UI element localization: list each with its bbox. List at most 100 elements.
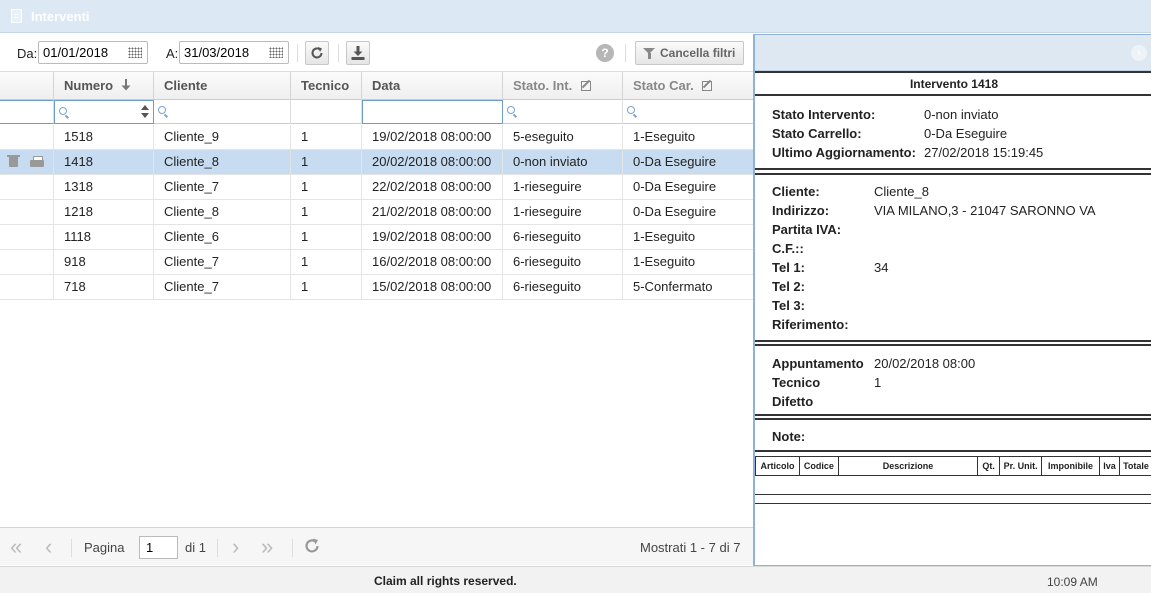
document-icon [11, 9, 22, 23]
cell-stato-int: 0-non inviato [503, 150, 623, 175]
column-header-data[interactable]: Data [362, 72, 503, 100]
field-label: Tel 3: [772, 298, 805, 313]
help-icon[interactable]: ? [596, 44, 614, 62]
trash-icon[interactable] [7, 155, 20, 167]
download-icon [351, 46, 365, 60]
field-label: C.F.:: [772, 241, 804, 256]
pager-separator [71, 539, 72, 557]
toolbar-separator [297, 44, 298, 62]
column-label: Numero [64, 78, 114, 93]
from-date-field[interactable] [38, 41, 148, 64]
cell-stato-int: 6-rieseguito [503, 275, 623, 300]
cell-cliente: Cliente_8 [154, 150, 291, 175]
column-header-stato-int[interactable]: Stato. Int. [503, 72, 623, 100]
cell-cliente: Cliente_8 [154, 200, 291, 225]
refresh-button[interactable] [305, 41, 329, 65]
table-row[interactable]: 1518 Cliente_9 1 19/02/2018 08:00:00 5-esegu… [0, 125, 753, 150]
next-page-icon[interactable]: › [232, 536, 239, 558]
table-row[interactable]: 918 Cliente_7 1 16/02/2018 08:00:00 6-rieseg… [0, 250, 753, 275]
table-row[interactable]: 1118 Cliente_6 1 19/02/2018 08:00:00 6-riese… [0, 225, 753, 250]
cell-data: 19/02/2018 08:00:00 [362, 225, 503, 250]
calendar-icon[interactable] [269, 47, 283, 58]
cell-data: 20/02/2018 08:00:00 [362, 150, 503, 175]
cell-stato-int: 1-rieseguire [503, 175, 623, 200]
refresh-icon[interactable] [303, 537, 321, 555]
clear-filters-button[interactable]: Cancella filtri [635, 41, 744, 65]
spinner-down-icon[interactable] [141, 113, 149, 118]
column-label: Stato. Int. [513, 78, 573, 93]
column-label: Stato Car. [633, 78, 694, 93]
field-label: Tel 1: [772, 260, 805, 275]
field-label: Indirizzo: [772, 203, 830, 218]
field-label: Tecnico [772, 375, 821, 390]
clear-filters-label: Cancella filtri [660, 46, 736, 60]
pager-separator [292, 539, 293, 557]
items-table-header: Articolo Codice Descrizione Qt. Pr. Unit. Imp… [755, 456, 1151, 476]
items-column-header: Pr. Unit. [999, 456, 1043, 476]
to-date-field[interactable] [179, 41, 289, 64]
filter-stato-car[interactable] [623, 100, 753, 124]
page-number-input[interactable] [139, 536, 178, 559]
filter-icon [643, 48, 655, 59]
filter-stato-int[interactable] [503, 100, 623, 124]
calendar-icon[interactable] [128, 47, 142, 58]
cell-numero: 1218 [54, 200, 154, 225]
column-header-numero[interactable]: Numero [54, 72, 154, 100]
to-date-label: A: [166, 46, 179, 61]
field-label: Partita IVA: [772, 222, 842, 237]
filter-data[interactable] [362, 100, 503, 124]
field-value: Cliente_8 [874, 184, 929, 199]
cell-tecnico: 1 [291, 200, 362, 225]
download-button[interactable] [346, 41, 370, 65]
first-page-icon[interactable]: « [10, 536, 22, 558]
table-row[interactable]: 1318 Cliente_7 1 22/02/2018 08:00:00 1-riese… [0, 175, 753, 200]
cell-cliente: Cliente_7 [154, 275, 291, 300]
cell-cliente: Cliente_9 [154, 125, 291, 150]
to-date-input[interactable] [180, 42, 266, 63]
status-footer: Claim all rights reserved. 10:09 AM [0, 566, 1151, 593]
from-date-label: Da: [17, 46, 38, 61]
field-label: Riferimento: [772, 317, 849, 332]
filter-tecnico[interactable] [291, 100, 362, 124]
clock: 10:09 AM [1047, 575, 1098, 589]
column-header-tecnico[interactable]: Tecnico [291, 72, 362, 100]
filter-numero[interactable] [54, 100, 154, 124]
search-icon [158, 106, 166, 114]
column-header-cliente[interactable]: Cliente [154, 72, 291, 100]
field-label: Tel 2: [772, 279, 805, 294]
last-page-icon[interactable]: » [261, 536, 273, 558]
previous-page-icon[interactable]: ‹ [45, 536, 52, 558]
printer-icon[interactable] [30, 156, 44, 168]
page-count-label: di 1 [185, 540, 206, 555]
items-table-empty-row [755, 494, 1151, 504]
spinner-up-icon[interactable] [141, 105, 149, 110]
field-label: Cliente: [772, 184, 820, 199]
cell-stato-car: 1-Eseguito [633, 129, 696, 144]
cell-tecnico: 1 [291, 150, 362, 175]
filter-cliente[interactable] [154, 100, 291, 124]
sort-down-icon [121, 79, 131, 91]
pager: « ‹ Pagina di 1 › » Mostrati 1 - 7 di 7 [0, 527, 753, 565]
field-value: VIA MILANO,3 - 21047 SARONNO VA [874, 203, 1096, 218]
detail-notes-section: Note: [755, 418, 1151, 452]
cell-stato-car: 1-Eseguito [633, 254, 696, 269]
actions-filter-cell [0, 100, 54, 124]
items-column-header: Articolo [755, 456, 800, 476]
status-label: Stato Intervento: [772, 107, 876, 122]
cell-numero: 1418 [54, 150, 154, 175]
row-actions-cell [0, 175, 54, 200]
grid-body: 1518 Cliente_9 1 19/02/2018 08:00:00 5-esegu… [0, 125, 753, 300]
cell-stato-car: 0-Da Eseguire [633, 154, 717, 169]
table-row[interactable]: 1418 Cliente_8 1 20/02/2018 08:00:00 0-non i… [0, 150, 753, 175]
row-actions-cell [0, 200, 54, 225]
table-row[interactable]: 718 Cliente_7 1 15/02/2018 08:00:00 6-rieseg… [0, 275, 753, 300]
cell-stato-int: 6-rieseguito [503, 225, 623, 250]
items-column-header: Iva [1099, 456, 1120, 476]
cell-stato-int: 1-rieseguire [503, 200, 623, 225]
table-row[interactable]: 1218 Cliente_8 1 21/02/2018 08:00:00 1-riese… [0, 200, 753, 225]
chevron-right-icon[interactable]: › [1131, 45, 1147, 61]
column-header-stato-car[interactable]: Stato Car. [623, 72, 753, 100]
cell-numero: 1518 [54, 125, 154, 150]
items-column-header: Imponibile [1041, 456, 1100, 476]
from-date-input[interactable] [39, 42, 125, 63]
